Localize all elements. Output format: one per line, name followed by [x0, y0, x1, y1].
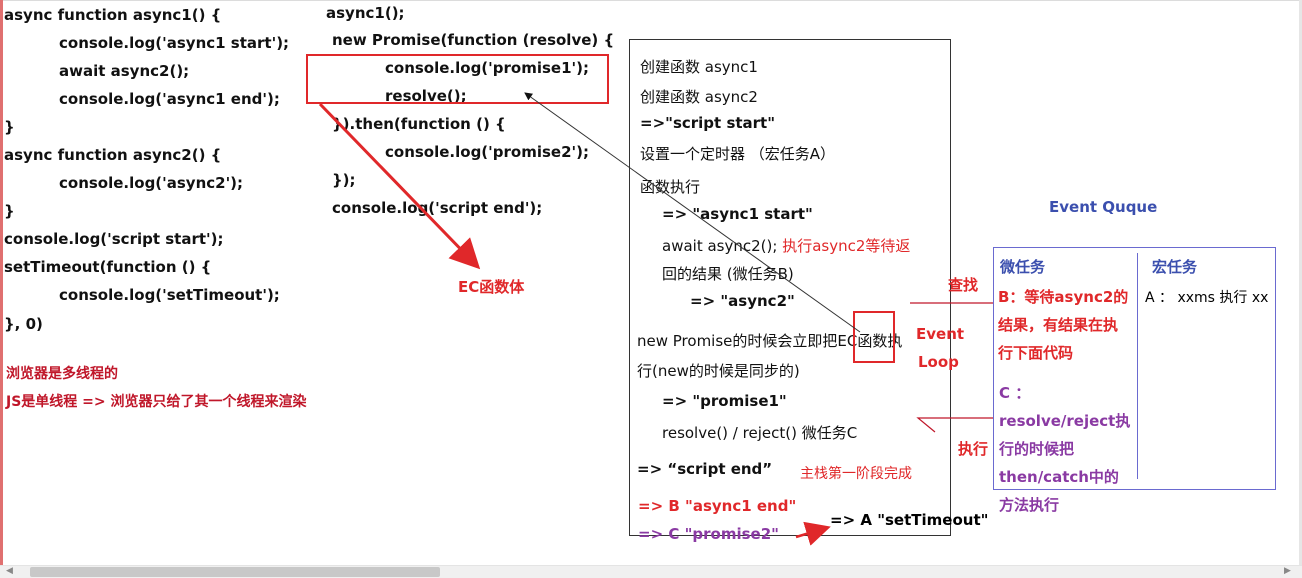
left-edge-bar — [0, 0, 3, 568]
code-line: async1(); — [326, 4, 405, 22]
exec-await-note-2: 回的结果 (微任务B) — [662, 265, 794, 283]
code-line: }).then(function () { — [332, 115, 506, 133]
exec-set-timer: 设置一个定时器 （宏任务A） — [640, 145, 836, 163]
macro-a-entry: A ： xxms 执行 xx — [1145, 290, 1269, 306]
exec-a-settimeout: => A "setTimeout" — [830, 511, 989, 529]
exec-b-async1-end: => B "async1 end" — [638, 497, 797, 515]
micro-c-line-1: C ： — [999, 384, 1031, 402]
code-line: } — [4, 202, 15, 220]
exec-async1-start: => "async1 start" — [662, 205, 813, 223]
code-line: console.log('setTimeout'); — [59, 286, 280, 304]
scroll-left-arrow-icon[interactable]: ◀ — [6, 566, 16, 577]
exec-script-start: =>"script start" — [640, 114, 776, 132]
queue-divider — [1137, 253, 1138, 479]
micro-c-line-3: 行的时候把 — [999, 440, 1075, 458]
code-line: console.log('async2'); — [59, 174, 244, 192]
micro-task-header: 微任务 — [1000, 258, 1046, 276]
code-line: }); — [332, 171, 356, 189]
exec-await-line: await async2(); 执行async2等待返 — [662, 235, 910, 256]
code-line: console.log('script start'); — [4, 230, 224, 248]
micro-b-line-1: B：等待async2的 — [998, 288, 1129, 306]
exec-new-promise-2: 行(new的时候是同步的) — [637, 362, 800, 380]
micro-b-line-3: 行下面代码 — [998, 344, 1074, 362]
code-line: async function async1() { — [4, 6, 222, 24]
ec-highlight-box — [853, 311, 895, 363]
exec-create-async1: 创建函数 async1 — [640, 58, 758, 76]
event-loop-label-1: Event — [916, 325, 965, 343]
macro-task-header: 宏任务 — [1152, 258, 1198, 276]
code-line: new Promise(function (resolve) { — [332, 31, 615, 49]
js-single-thread-note: JS是单线程 => 浏览器只给了其一个线程来渲染 — [6, 394, 307, 410]
micro-b-line-2: 结果，有结果在执 — [998, 316, 1119, 334]
code-line: setTimeout(function () { — [4, 258, 212, 276]
micro-c-line-2: resolve/reject执 — [999, 412, 1131, 430]
top-border — [0, 0, 1302, 1]
exec-c-promise2: => C "promise2" — [638, 525, 779, 543]
code-line: console.log('script end'); — [332, 199, 543, 217]
event-queue-title: Event Ququе — [1049, 198, 1158, 216]
micro-c-line-4: then/catch中的 — [999, 468, 1119, 486]
code-line: console.log('async1 end'); — [59, 90, 280, 108]
scroll-right-arrow-icon[interactable]: ▶ — [1284, 566, 1294, 577]
micro-c-line-5: 方法执行 — [999, 496, 1060, 514]
event-loop-label-2: Loop — [918, 353, 959, 371]
execute-label: 执行 — [958, 440, 989, 458]
exec-main-stack-done: 主栈第一阶段完成 — [800, 466, 912, 482]
exec-await-code: await async2(); — [662, 237, 778, 255]
exec-async2-output: => "async2" — [690, 292, 795, 310]
code-line: console.log('promise2'); — [385, 143, 589, 161]
find-label: 查找 — [948, 276, 979, 294]
code-line: console.log('async1 start'); — [59, 34, 290, 52]
exec-script-end: => “script end” — [637, 460, 773, 478]
ec-function-body-label: EC函数体 — [458, 278, 525, 296]
exec-resolve-line: resolve() / reject() 微任务C — [662, 424, 858, 442]
code-line: async function async2() { — [4, 146, 222, 164]
exec-await-note: 执行async2等待返 — [782, 237, 911, 255]
code-line: await async2(); — [59, 62, 190, 80]
promise-highlight-box — [306, 54, 609, 104]
code-line: } — [4, 118, 15, 136]
exec-promise1-output: => "promise1" — [662, 392, 787, 410]
browser-multithread-note: 浏览器是多线程的 — [6, 366, 118, 382]
code-line: }, 0) — [4, 315, 43, 333]
exec-func-exec: 函数执行 — [640, 178, 701, 196]
exec-create-async2: 创建函数 async2 — [640, 88, 758, 106]
scrollbar-thumb[interactable] — [30, 567, 440, 577]
